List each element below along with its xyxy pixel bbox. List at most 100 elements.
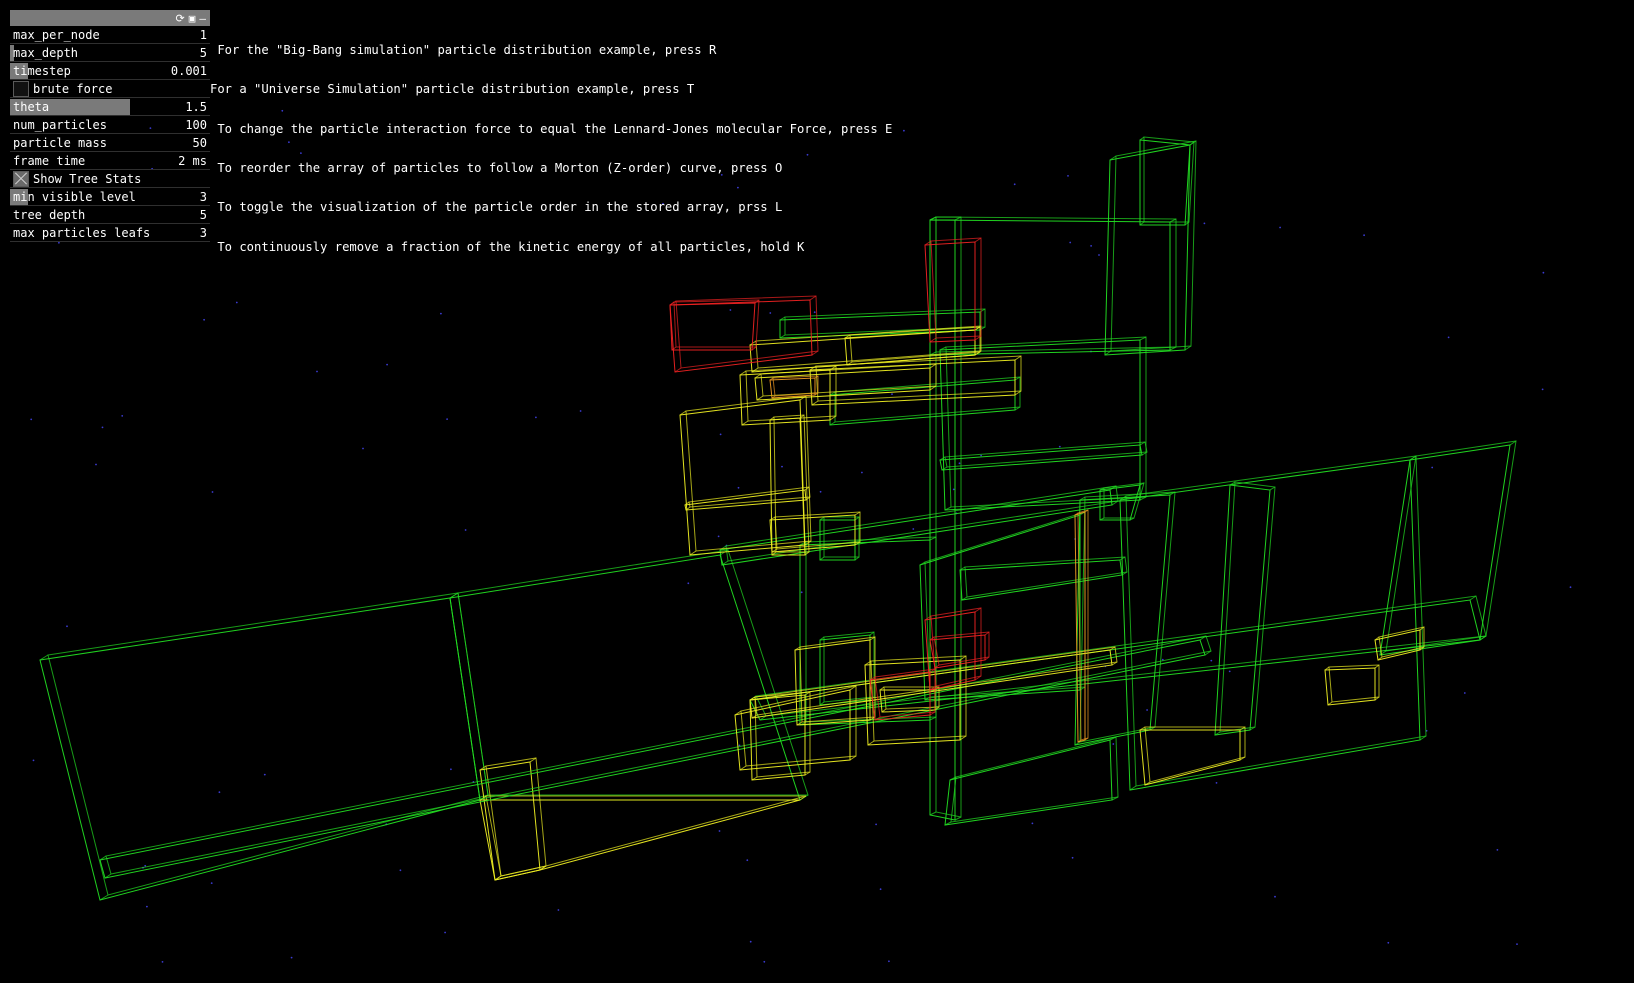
octree-box-front: [669, 299, 813, 373]
octree-box-back: [1385, 440, 1517, 652]
octree-box-back: [945, 336, 1147, 508]
octree-box-front: [669, 302, 756, 351]
octree-box-back: [964, 556, 1128, 598]
particle-dot: [1447, 336, 1450, 339]
particle-dot: [875, 823, 877, 826]
slider-theta[interactable]: theta 1.5: [10, 98, 210, 116]
keyboard-help-text: For the "Big-Bang simulation" particle d…: [210, 18, 892, 267]
particle-dot: [210, 882, 213, 884]
particle-dot: [1146, 709, 1148, 711]
octree-box-back: [935, 216, 1177, 353]
particle-dot: [813, 311, 816, 314]
particle-dot: [746, 859, 749, 862]
octree-box-front: [919, 514, 1081, 701]
octree-box-front: [939, 339, 1141, 511]
gui-row-value: 3: [199, 190, 207, 204]
particle-dot: [1071, 856, 1074, 859]
particle-dot: [203, 318, 206, 321]
particle-dot: [1496, 849, 1499, 851]
gui-row-label: num_particles: [13, 118, 107, 132]
slider-particle-mass[interactable]: particle mass 50: [10, 134, 210, 152]
help-line-bigbang: For the "Big-Bang simulation" particle d…: [210, 43, 717, 58]
octree-box-front: [924, 611, 976, 691]
particle-dot: [1279, 226, 1281, 229]
gui-row-label: max_depth: [13, 46, 79, 60]
octree-box-front: [929, 219, 1171, 356]
particle-dot: [58, 241, 60, 244]
gui-row-value: 50: [192, 136, 207, 150]
slider-max-per-node[interactable]: max_per_node 1: [10, 26, 210, 44]
octree-edge: [1269, 486, 1276, 491]
gui-header[interactable]: ⟳ ▣ –: [10, 10, 210, 26]
particle-dot: [1431, 466, 1434, 469]
particle-dot: [362, 447, 364, 450]
particle-dot: [146, 905, 148, 908]
refresh-icon[interactable]: ⟳: [176, 12, 185, 25]
particle-dot: [1098, 254, 1100, 256]
gui-row-value: 1.5: [185, 100, 207, 114]
particle-dot: [952, 488, 955, 491]
gui-row-value: 3: [199, 226, 207, 240]
octree-box-back: [47, 592, 489, 896]
particle-dot: [1112, 743, 1115, 745]
slider-num-particles[interactable]: num_particles 100: [10, 116, 210, 134]
particle-dot: [718, 830, 721, 832]
particle-dot: [1069, 241, 1072, 244]
octree-box-front: [939, 444, 1143, 471]
gui-row-label: theta: [13, 100, 50, 114]
gui-panel: ⟳ ▣ – max_per_node 1 max_depth 5 timestep 0.0…: [10, 10, 210, 242]
particle-dot: [819, 490, 822, 493]
octree-box-back: [935, 216, 962, 818]
particle-dot: [386, 363, 388, 366]
gui-rows: max_per_node 1 max_depth 5 timestep 0.001 brut…: [10, 26, 210, 242]
octree-box-front: [1214, 484, 1271, 736]
particle-dot: [440, 312, 442, 315]
particle-dot: [958, 462, 961, 465]
gui-row-label: brute force: [33, 82, 113, 96]
checkbox-unchecked-icon[interactable]: [13, 80, 29, 97]
particle-dot: [30, 418, 33, 421]
particle-dot: [800, 591, 803, 594]
particle-dot: [316, 370, 318, 373]
octree-box-back: [1110, 140, 1197, 352]
particle-dot: [888, 960, 890, 963]
particle-dot: [121, 415, 124, 417]
octree-box-front: [719, 489, 1113, 566]
particle-dot: [1274, 895, 1276, 898]
toggle-brute-force[interactable]: brute force: [10, 80, 210, 98]
particle-dot: [769, 312, 772, 314]
particle-dot: [557, 909, 560, 911]
checkbox-checked-icon[interactable]: [13, 170, 29, 187]
minimize-icon[interactable]: –: [199, 12, 206, 25]
particle-dot: [464, 529, 467, 531]
particle-dot: [980, 454, 982, 457]
octree-box-back: [1144, 726, 1246, 783]
particle-dot: [444, 931, 446, 934]
save-icon[interactable]: ▣: [189, 12, 196, 25]
slider-timestep[interactable]: timestep 0.001: [10, 62, 210, 80]
particle-dot: [879, 888, 882, 891]
octree-box-front: [1379, 444, 1511, 656]
gui-row-value: 100: [185, 118, 207, 132]
particle-dot: [1463, 692, 1466, 694]
help-line-morton: To reorder the array of particles to fol…: [210, 161, 783, 176]
particle-dot: [1067, 175, 1069, 177]
particle-dot: [1210, 659, 1213, 662]
slider-max-depth[interactable]: max_depth 5: [10, 44, 210, 62]
particle-dot: [446, 418, 448, 420]
octree-edge: [954, 816, 962, 821]
gui-row-label: max particles leafs: [13, 226, 151, 240]
octree-box-front: [1104, 144, 1191, 356]
gui-row-value: 5: [199, 46, 207, 60]
particle-dot: [1013, 183, 1016, 186]
particle-dot: [687, 582, 690, 585]
octree-edge: [1139, 136, 1145, 141]
particle-dot: [781, 465, 783, 468]
particle-dot: [1387, 941, 1390, 944]
particle-dot: [399, 869, 402, 872]
particle-dot: [912, 528, 915, 530]
slider-min-visible-level[interactable]: min visible level 3: [10, 188, 210, 206]
particle-dot: [218, 791, 221, 794]
toggle-show-tree-stats[interactable]: Show Tree Stats: [10, 170, 210, 188]
gui-row-label: min visible level: [13, 190, 136, 204]
